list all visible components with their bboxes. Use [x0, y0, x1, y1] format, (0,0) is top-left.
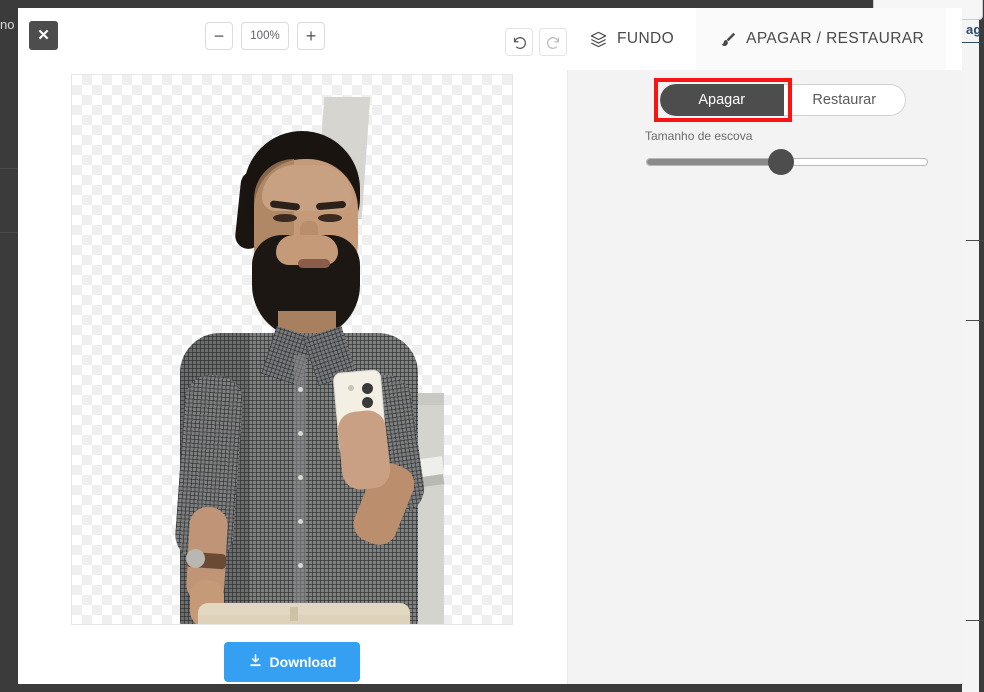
eye-right	[318, 214, 342, 222]
download-button-label: Download	[269, 654, 337, 670]
pants-shading	[198, 615, 410, 624]
brush-icon	[718, 30, 737, 49]
shirt-button	[298, 387, 303, 392]
hand-right	[336, 408, 392, 492]
redo-button[interactable]	[539, 28, 567, 56]
tab-fundo-label: FUNDO	[617, 30, 675, 47]
shirt-button	[298, 475, 303, 480]
slider-fill	[647, 159, 783, 165]
phone-flash	[348, 385, 354, 391]
background-link-text: ag	[966, 22, 982, 37]
shirt-button	[298, 431, 303, 436]
redo-icon	[546, 36, 559, 49]
shirt-placket	[294, 355, 306, 624]
zoom-out-button[interactable]: −	[205, 22, 233, 50]
undo-icon	[513, 36, 526, 49]
background-ghost-text: no	[0, 17, 15, 32]
editor-modal: ✕ − 100% + FUNDO APAGAR / RESTAURAR Down…	[18, 8, 962, 684]
tool-options-panel: Apagar Restaurar Tamanho de escova	[567, 70, 962, 684]
background-rule	[966, 620, 984, 621]
tab-apagar-restaurar[interactable]: APAGAR / RESTAURAR	[696, 8, 947, 70]
tab-fundo[interactable]: FUNDO	[567, 8, 697, 70]
zoom-controls: − 100% +	[205, 22, 325, 50]
close-icon[interactable]: ✕	[29, 21, 58, 50]
shirt-button	[298, 519, 303, 524]
mode-button-restaurar[interactable]: Restaurar	[783, 84, 906, 116]
background-rule	[0, 168, 18, 169]
lips	[298, 259, 330, 268]
brush-size-label: Tamanho de escova	[645, 129, 753, 143]
history-controls	[505, 28, 567, 56]
tab-apagar-restaurar-label: APAGAR / RESTAURAR	[746, 30, 925, 47]
mode-toggle-group: Apagar Restaurar	[660, 84, 906, 116]
canvas-pane: Download	[18, 62, 567, 684]
editor-tabs: FUNDO APAGAR / RESTAURAR	[567, 8, 947, 70]
download-icon	[248, 653, 263, 671]
belt-loop	[290, 607, 298, 621]
mode-button-apagar[interactable]: Apagar	[660, 84, 784, 116]
background-rule	[966, 320, 984, 321]
undo-button[interactable]	[505, 28, 533, 56]
background-divider	[962, 42, 984, 43]
brush-size-slider[interactable]	[646, 149, 928, 175]
background-rule	[966, 240, 984, 241]
zoom-level-value: 100%	[241, 22, 289, 50]
layers-icon	[589, 30, 608, 49]
download-button[interactable]: Download	[224, 642, 360, 682]
eye-left	[273, 214, 297, 222]
editor-toolbar: ✕ − 100% + FUNDO APAGAR / RESTAURAR	[18, 8, 962, 70]
image-canvas[interactable]	[71, 74, 513, 625]
slider-thumb[interactable]	[768, 149, 795, 175]
subject-photo	[72, 75, 512, 624]
zoom-in-button[interactable]: +	[297, 22, 325, 50]
background-page-strip	[962, 0, 979, 692]
wristwatch-face	[186, 549, 205, 568]
shirt-button	[298, 563, 303, 568]
background-rule	[0, 232, 18, 233]
